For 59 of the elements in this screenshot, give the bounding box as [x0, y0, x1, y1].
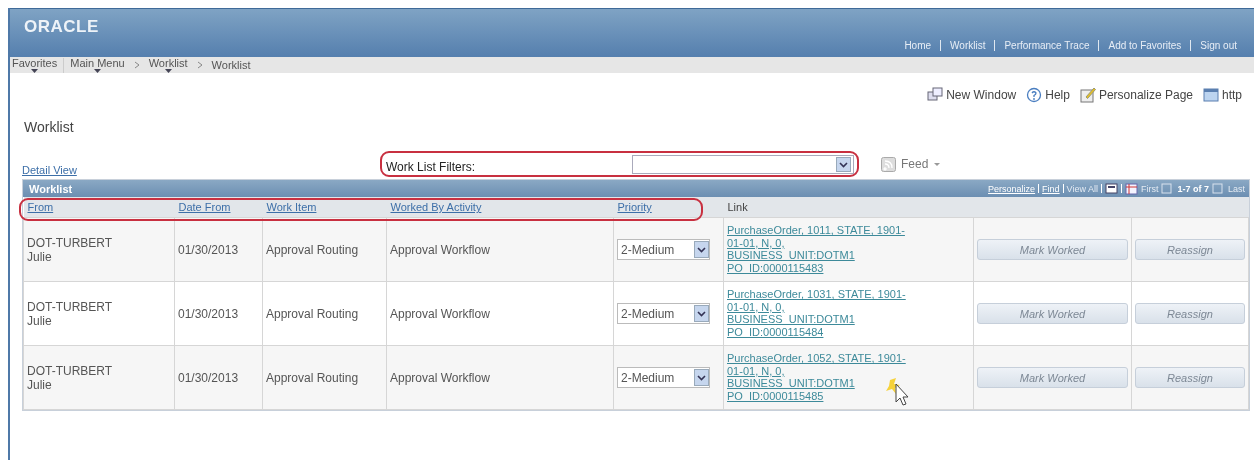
feed-button[interactable]: Feed — [881, 156, 942, 172]
breadcrumb-link[interactable]: Favorites — [12, 57, 65, 73]
priority-dropdown[interactable]: 2-Medium — [617, 303, 710, 324]
header-link[interactable]: Add to Favorites — [1099, 40, 1191, 51]
oracle-logo: ORACLE — [24, 17, 99, 37]
caret-icon — [93, 68, 101, 73]
priority-dropdown[interactable]: 2-Medium — [617, 367, 710, 388]
breadcrumb-link[interactable]: Main Menu — [64, 57, 131, 73]
filter-dropdown[interactable] — [632, 154, 854, 174]
sender-id: DOT-TURBERT — [27, 363, 114, 378]
sender-name: Julie — [27, 313, 53, 328]
toolbar-link[interactable]: New Window — [927, 87, 1017, 103]
breadcrumb-link[interactable]: Worklist — [205, 59, 257, 71]
toolbar-link[interactable]: Help — [1026, 87, 1070, 103]
column-header: Link — [723, 197, 974, 218]
priority-dropdown[interactable]: 2-Medium — [617, 239, 710, 260]
sender-id: DOT-TURBERT — [27, 235, 114, 250]
sender-name: Julie — [27, 249, 53, 264]
row-count: 1-7 of 7 — [1177, 183, 1209, 194]
table-cell: Approval Workflow — [390, 242, 490, 257]
next-page-icon — [1212, 182, 1225, 195]
header-link[interactable]: Worklist — [941, 40, 995, 51]
pencil-page-icon — [1079, 87, 1096, 103]
table-cell: 01/30/2013 — [178, 306, 239, 321]
column-header[interactable]: From — [23, 197, 175, 218]
column-header[interactable]: Priority — [613, 197, 724, 218]
caret-icon — [164, 68, 172, 73]
header-link[interactable]: Home — [895, 40, 941, 51]
feed-icon — [881, 156, 896, 172]
toolbar-link[interactable]: Personalize Page — [1079, 87, 1193, 103]
filter-label: Work List Filters: — [386, 160, 477, 174]
detail-view-link[interactable]: Detail View — [22, 164, 380, 176]
sender-id: DOT-TURBERT — [27, 299, 114, 314]
zoom-icon — [1104, 182, 1118, 195]
help-icon — [1026, 87, 1043, 103]
header-link[interactable]: Performance Trace — [995, 40, 1099, 51]
chevron-icon — [195, 61, 204, 69]
table-cell: Approval Workflow — [390, 370, 490, 385]
header-link[interactable]: Sign out — [1191, 40, 1246, 51]
sender-name: Julie — [27, 377, 53, 392]
table-cell: 01/30/2013 — [178, 370, 239, 385]
table-cell: 01/30/2013 — [178, 242, 239, 257]
grid-nav-link[interactable]: Personalize — [988, 183, 1036, 194]
grid-title: Worklist — [29, 182, 73, 195]
grid-download-icon — [1124, 182, 1138, 195]
table-cell: Approval Routing — [266, 242, 359, 257]
grid-nav-link[interactable]: Find — [1042, 183, 1060, 194]
caret-icon — [933, 160, 942, 168]
caret-icon — [31, 68, 39, 73]
table-cell: Approval Routing — [266, 306, 359, 321]
windows-icon — [927, 87, 944, 103]
toolbar-link[interactable]: http — [1203, 87, 1242, 103]
table-cell: Approval Workflow — [390, 306, 490, 321]
page-icon — [1203, 87, 1219, 103]
page-title: Worklist — [24, 119, 75, 135]
chevron-icon — [132, 61, 141, 69]
table-cell: Approval Routing — [266, 370, 359, 385]
first-page-icon — [1161, 182, 1175, 195]
breadcrumb-link[interactable]: Worklist — [142, 57, 194, 73]
